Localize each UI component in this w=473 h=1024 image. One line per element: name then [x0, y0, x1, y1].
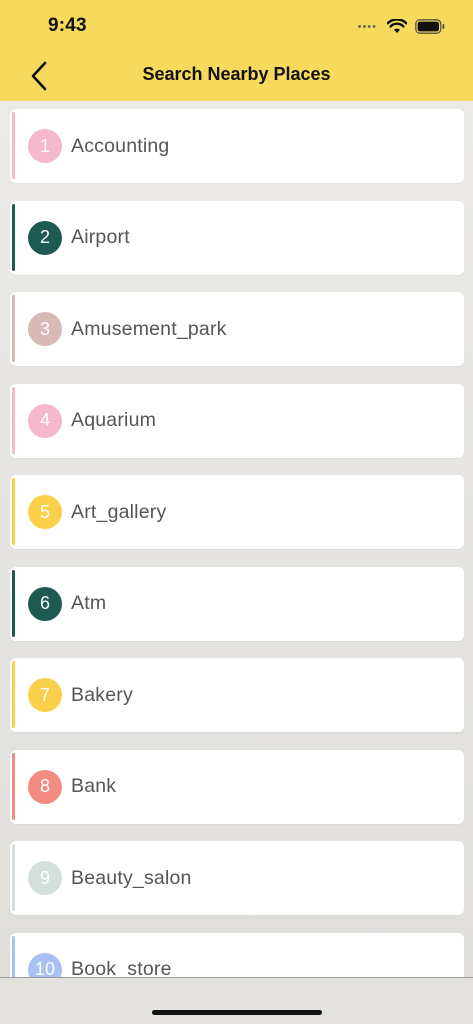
header: 9:43 •••• Search Nearby Places — [0, 0, 473, 101]
list-item[interactable]: 9 Beauty_salon — [10, 841, 464, 915]
item-accent-bar — [12, 295, 15, 362]
item-label: Beauty_salon — [71, 866, 192, 889]
item-number-badge: 10 — [28, 952, 62, 977]
list-item[interactable]: 6 Atm — [10, 566, 464, 641]
list-item[interactable]: 1 Accounting — [10, 109, 464, 183]
list-item[interactable]: 2 Airport — [10, 200, 464, 275]
item-accent-bar — [12, 478, 15, 545]
item-label: Book_store — [71, 958, 172, 977]
screen: 9:43 •••• Search Nearby Places 1 Account… — [0, 0, 473, 1024]
item-accent-bar — [12, 203, 15, 271]
places-list-container[interactable]: 1 Accounting 2 Airport 3 Amusement_park 4 Aquar… — [0, 101, 473, 977]
item-number-badge: 5 — [28, 495, 62, 529]
item-number-badge: 9 — [28, 861, 62, 895]
item-number-badge: 1 — [28, 129, 62, 163]
list-item[interactable]: 8 Bank — [10, 749, 464, 824]
item-label: Aquarium — [71, 409, 157, 431]
item-label: Atm — [71, 592, 107, 614]
list-item[interactable]: 7 Bakery — [10, 658, 464, 732]
item-number-badge: 3 — [28, 312, 62, 346]
item-label: Bakery — [71, 683, 133, 706]
item-accent-bar — [12, 752, 15, 820]
item-number-badge: 8 — [28, 769, 62, 804]
home-indicator[interactable] — [152, 1010, 322, 1015]
item-label: Accounting — [71, 134, 170, 157]
item-label: Bank — [71, 775, 117, 797]
item-accent-bar — [12, 112, 15, 179]
signal-dots-icon: •••• — [357, 21, 377, 33]
item-label: Amusement_park — [71, 317, 227, 340]
item-number-badge: 7 — [28, 678, 62, 712]
item-accent-bar — [12, 386, 15, 454]
list-item[interactable]: 3 Amusement_park — [10, 292, 464, 366]
item-accent-bar — [12, 569, 15, 637]
item-number-badge: 6 — [28, 586, 62, 621]
item-accent-bar — [12, 935, 15, 977]
item-label: Art_gallery — [71, 500, 167, 523]
status-time: 9:43 — [48, 15, 87, 36]
wifi-icon — [387, 18, 407, 34]
item-number-badge: 4 — [28, 403, 62, 438]
item-number-badge: 2 — [28, 220, 62, 255]
item-accent-bar — [12, 844, 15, 911]
status-bar: 9:43 •••• — [0, 0, 473, 50]
list-item[interactable]: 4 Aquarium — [10, 383, 464, 458]
item-label: Airport — [71, 226, 130, 248]
list-item[interactable]: 10 Book_store — [10, 932, 464, 977]
page-title: Search Nearby Places — [142, 64, 331, 84]
item-accent-bar — [12, 661, 15, 728]
list-item[interactable]: 5 Art_gallery — [10, 475, 464, 549]
places-list: 1 Accounting 2 Airport 3 Amusement_park 4 Aquar… — [10, 109, 464, 977]
battery-icon — [415, 18, 445, 34]
status-icons: •••• — [358, 16, 445, 36]
bottom-bar — [0, 977, 473, 1024]
